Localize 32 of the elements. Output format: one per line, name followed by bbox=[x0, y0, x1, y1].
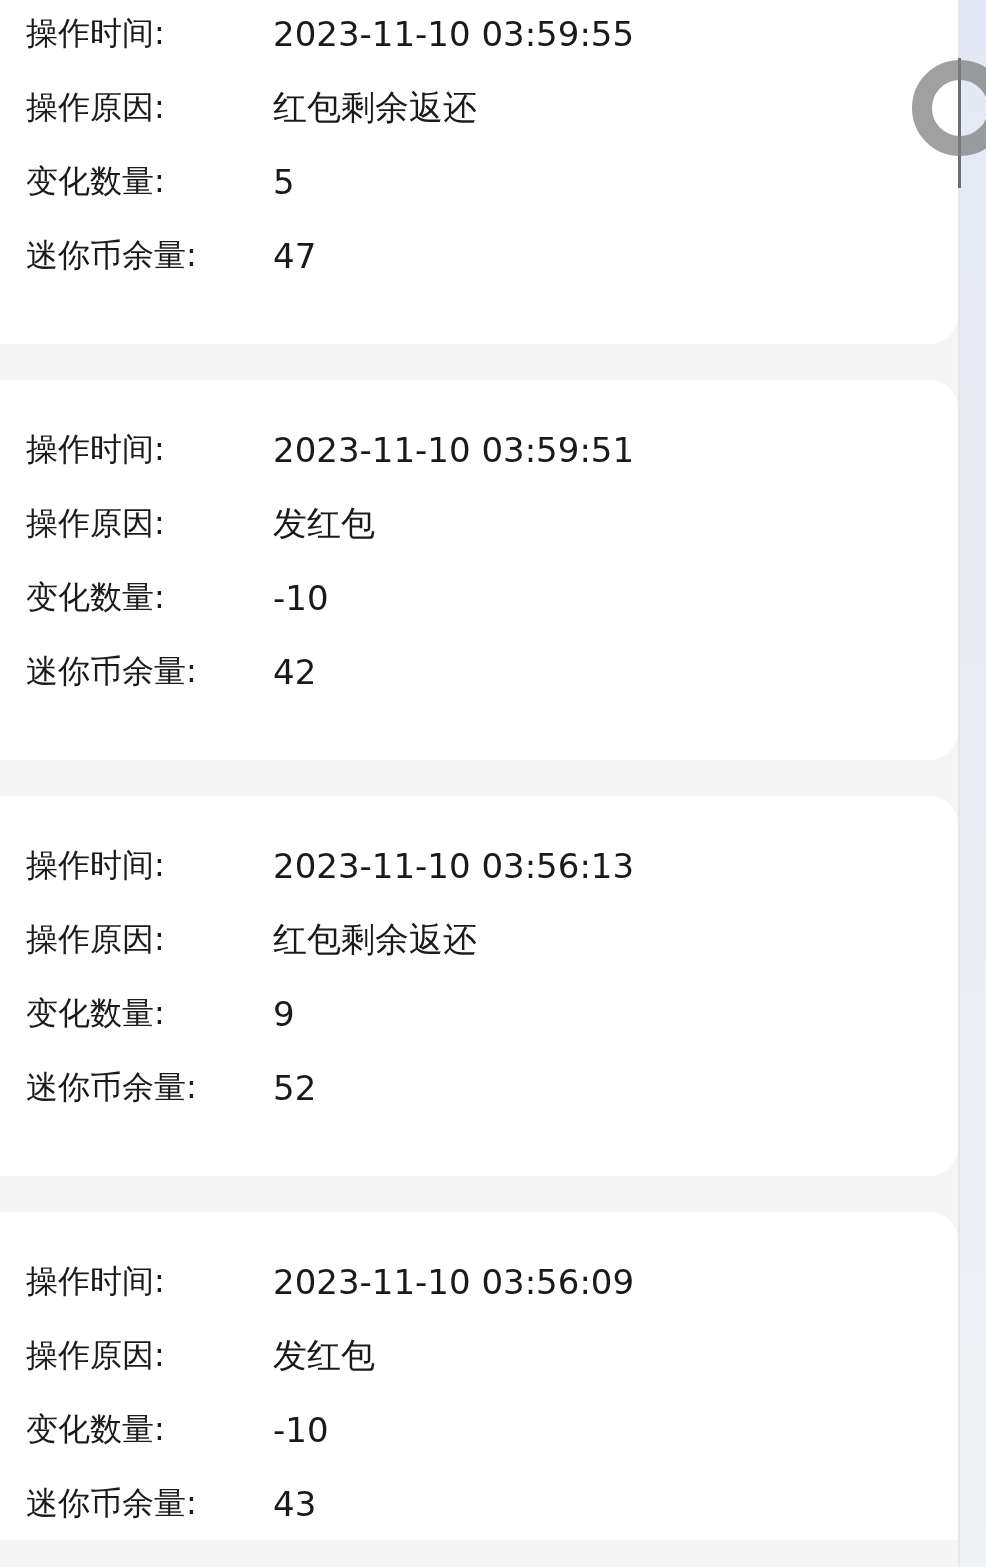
field-label: 操作原因: bbox=[26, 919, 166, 960]
field-value: 发红包 bbox=[273, 1334, 375, 1377]
field-label: 迷你币余量: bbox=[26, 651, 198, 692]
field-value: 52 bbox=[273, 1068, 317, 1108]
field-value: 红包剩余返还 bbox=[273, 918, 477, 961]
field-label: 操作原因: bbox=[26, 503, 166, 544]
field-label: 变化数量: bbox=[26, 161, 166, 202]
field-value: 发红包 bbox=[273, 502, 375, 545]
field-label: 操作原因: bbox=[26, 87, 166, 128]
field-value: -10 bbox=[273, 578, 329, 618]
field-label: 操作原因: bbox=[26, 1335, 166, 1376]
field-value: 2023-11-10 03:56:09 bbox=[273, 1262, 635, 1302]
field-label: 操作时间: bbox=[26, 845, 166, 886]
field-value: 47 bbox=[273, 236, 317, 276]
field-label: 迷你币余量: bbox=[26, 235, 198, 276]
field-label: 变化数量: bbox=[26, 577, 166, 618]
field-value: -10 bbox=[273, 1410, 329, 1450]
field-value: 2023-11-10 03:59:51 bbox=[273, 430, 635, 470]
field-label: 迷你币余量: bbox=[26, 1483, 198, 1524]
field-value: 2023-11-10 03:56:13 bbox=[273, 846, 635, 886]
field-label: 操作时间: bbox=[26, 13, 166, 54]
field-label: 操作时间: bbox=[26, 429, 166, 470]
field-value: 红包剩余返还 bbox=[273, 86, 477, 129]
field-value: 9 bbox=[273, 994, 295, 1034]
field-label: 迷你币余量: bbox=[26, 1067, 198, 1108]
field-label: 操作时间: bbox=[26, 1261, 166, 1302]
field-value: 2023-11-10 03:59:55 bbox=[273, 14, 635, 54]
field-label: 变化数量: bbox=[26, 993, 166, 1034]
field-value: 42 bbox=[273, 652, 317, 692]
field-label: 变化数量: bbox=[26, 1409, 166, 1450]
field-value: 43 bbox=[273, 1484, 317, 1524]
field-value: 5 bbox=[273, 162, 295, 202]
